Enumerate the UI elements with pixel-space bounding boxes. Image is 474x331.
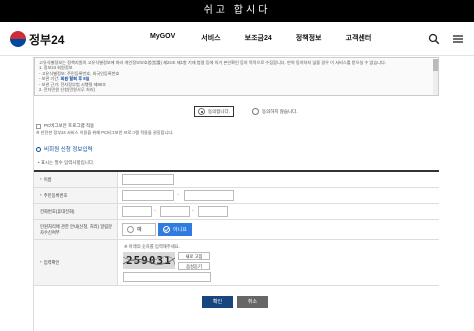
search-icon[interactable] [428,32,440,45]
nav-item-policy[interactable]: 정책정보 [296,33,322,43]
cancel-button[interactable]: 취소 [237,296,268,308]
site-logo[interactable]: 정부24 [10,30,64,48]
captcha-note: ※ 아래의 숫자를 입력해주세요. [124,244,180,249]
rrn-row: * 주민등록번호 - [34,188,439,204]
taegeuk-logo-icon [10,31,26,47]
name-label-text: 이름 [43,176,52,182]
confirm-button[interactable]: 확인 [202,296,233,308]
nav-item-services[interactable]: 서비스 [201,33,220,43]
check-circle-icon [127,226,134,233]
rrn-label-text: 주민등록번호 [43,192,68,198]
phone-label-text: 전화번호(휴대전화) [40,208,75,214]
right-gutter [440,57,474,331]
pc-security-option[interactable]: PC버그보안 프로그램 적용 [36,123,94,129]
name-row: * 이름 [34,172,439,188]
rrn-back-input[interactable] [184,190,234,201]
phone-dash: - [192,208,194,214]
phone-label: 전화번호(휴대전화) [34,204,118,219]
terms-line: 고유식별정보는 정책지원의 고유식별정보에 따라 개인정보보호법(법률) 제24… [39,60,387,65]
captcha-row: * 입력확인 ※ 아래의 숫자를 입력해주세요. 259031 새로 고침 음성듣… [34,240,439,286]
captcha-audio-button[interactable]: 음성듣기 [178,262,210,270]
captcha-label: * 입력확인 [34,240,118,285]
sms-label: 민원처리에 관한 안내(신청, 처리) 알림문자수신여부 [34,220,118,239]
sms-label-text: 민원처리에 관한 안내(신청, 처리) 알림문자수신여부 [40,224,113,235]
captcha-image: 259031 [123,252,175,269]
pc-security-note: ※ 안전한 정부24 서비스 이용을 위해 PC버그보안 프로그램 적용을 권장… [36,130,174,135]
menu-icon[interactable] [452,32,464,44]
radio-empty-icon [251,108,259,115]
captcha-input[interactable] [123,272,211,282]
sms-no-option[interactable]: 아니요 [158,223,192,236]
section-title-text: 비회원 신청 정보입력 [44,147,93,153]
terms-scroll-thumb[interactable] [433,59,438,71]
phone-dash: - [154,208,156,214]
captcha-label-text: 입력확인 [43,259,60,265]
captcha-refresh-button[interactable]: 새로 고침 [178,252,210,260]
site-header: 정부24 MyGOV 서비스 보조금24 정책정보 고객센터 [0,22,474,56]
disagree-label: 동의하지 않습니다. [261,108,298,114]
phone-row: 전화번호(휴대전화) - - [34,204,439,220]
pc-security-checkbox[interactable] [36,123,41,129]
required-star-icon: * [40,193,42,198]
terms-line-label: - 보관 기간: [39,76,61,82]
phone-first-input[interactable] [122,206,152,217]
nav-item-mygov[interactable]: MyGOV [150,33,175,43]
section-bullet-icon [36,146,41,152]
applicant-form: * 이름 * 주민등록번호 - 전화번호(휴대전화) - - 민원처리에 관한 안내… [34,170,439,286]
check-circle-icon [163,226,170,233]
rrn-label: * 주민등록번호 [34,188,118,203]
required-note-text: 표시는 필수 입력사항입니다. [40,160,95,165]
sms-yes-option[interactable]: 예 [122,223,156,236]
radio-selected-icon [198,108,205,115]
main-content: 고유식별정보는 정책지원의 고유식별정보에 따라 개인정보보호법(법률) 제24… [33,57,470,331]
privacy-terms-box[interactable]: 고유식별정보는 정책지원의 고유식별정보에 따라 개인정보보호법(법률) 제24… [34,57,439,96]
required-star-icon: * [40,260,42,265]
agreement-options: 동의합니다. 동의하지 않습니다. [194,106,298,117]
agree-radio[interactable]: 동의합니다. [194,106,234,117]
nav-item-support[interactable]: 고객센터 [346,33,372,43]
name-label: * 이름 [34,172,118,187]
phone-middle-input[interactable] [160,206,190,217]
disagree-radio[interactable]: 동의하지 않습니다. [251,108,298,115]
terms-line: 2. 전자민원 신청(민원사무 처리) [39,87,96,93]
retention-period: 회원 탈퇴 후 5일 [60,76,90,82]
logo-text: 정부24 [29,32,65,47]
terms-scrollbar[interactable] [433,59,438,95]
rrn-dash: - [177,192,179,198]
required-star-icon: * [40,177,42,182]
sms-yes-label: 예 [137,227,142,233]
name-input[interactable] [122,174,174,185]
rrn-front-input[interactable] [122,190,174,201]
main-nav: MyGOV 서비스 보조금24 정책정보 고객센터 [150,33,371,43]
nav-item-subsidy[interactable]: 보조금24 [245,33,272,43]
left-gutter [0,57,33,331]
pc-security-label: PC버그보안 프로그램 적용 [44,123,95,128]
section-title: 비회원 신청 정보입력 [36,145,93,153]
required-star-icon: • [38,160,40,165]
top-banner: 쉬고 합시다 [0,0,474,22]
sms-no-label: 아니요 [173,227,187,233]
required-note: • 표시는 필수 입력사항입니다. [38,160,94,166]
agree-label: 동의합니다. [208,108,230,114]
captcha-text: 259031 [126,254,172,267]
phone-last-input[interactable] [198,206,228,217]
sms-row: 민원처리에 관한 안내(신청, 처리) 알림문자수신여부 예 아니요 [34,220,439,240]
